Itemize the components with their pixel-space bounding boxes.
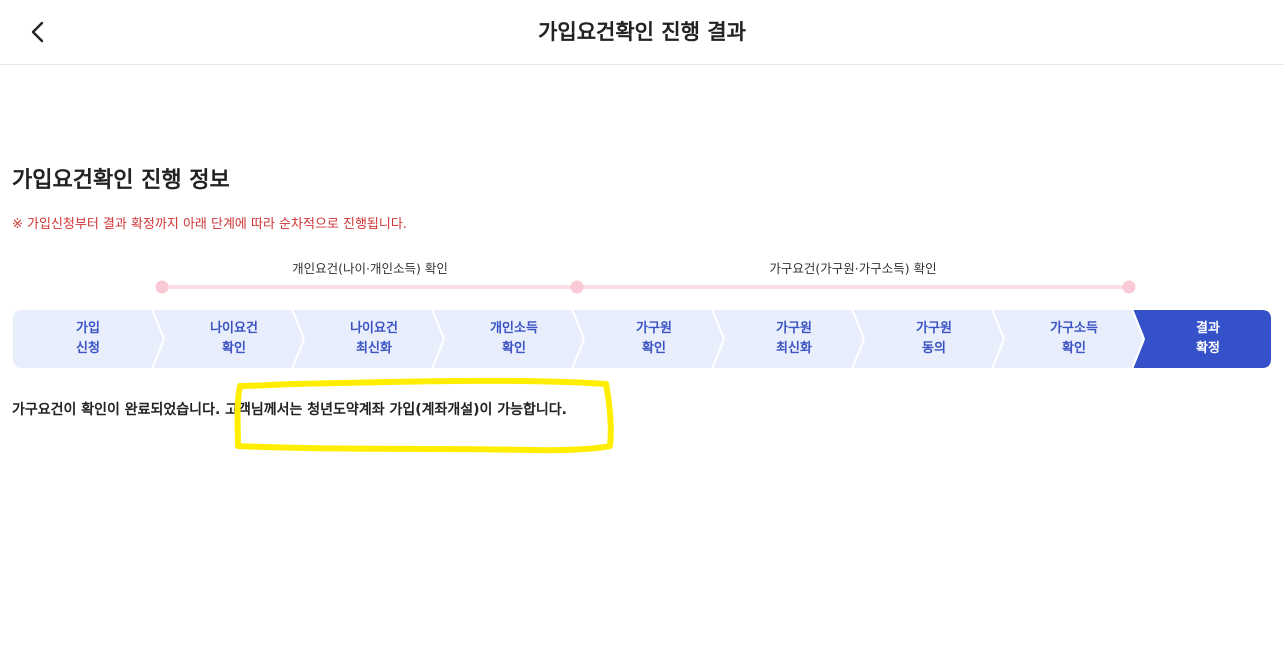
timeline-dot-start (155, 280, 169, 294)
step-result-confirm[interactable]: 결과 확정 (1132, 309, 1272, 369)
step-label: 결과 확정 (1196, 321, 1220, 356)
timeline-dot-middle (570, 280, 584, 294)
step-label: 가구원 최신화 (776, 321, 812, 356)
process-notice: ※ 가입신청부터 결과 확정까지 아래 단계에 따라 순차적으로 진행됩니다. (12, 217, 407, 232)
step-household-income-check[interactable]: 가구소득 확인 (992, 309, 1144, 369)
page-title: 가입요건확인 진행 결과 (538, 20, 746, 44)
result-message-part1: 가구요건이 확인이 완료되었습니다. (12, 402, 221, 418)
step-household-member-check[interactable]: 가구원 확인 (572, 309, 724, 369)
step-progress-bar: 가입 신청 나이요건 확인 나이요건 최신화 개인소득 확인 가구원 확인 가구… (12, 309, 1272, 369)
step-label: 개인소득 확인 (490, 321, 538, 356)
step-label: 나이요건 확인 (210, 321, 258, 356)
step-age-check[interactable]: 나이요건 확인 (152, 309, 304, 369)
result-message: 가구요건이 확인이 완료되었습니다. 고객님께서는 청년도약계좌 가입(계좌개설… (12, 399, 567, 419)
step-application[interactable]: 가입 신청 (12, 309, 164, 369)
result-message-part2: 고객님께서는 청년도약계좌 가입(계좌개설)이 가능합니다. (220, 402, 567, 418)
step-household-member-consent[interactable]: 가구원 동의 (852, 309, 1004, 369)
step-age-update[interactable]: 나이요건 최신화 (292, 309, 444, 369)
step-label: 가입 신청 (76, 321, 100, 356)
step-personal-income-check[interactable]: 개인소득 확인 (432, 309, 584, 369)
step-household-member-update[interactable]: 가구원 최신화 (712, 309, 864, 369)
step-label: 가구원 동의 (916, 321, 952, 356)
timeline-dot-end (1122, 280, 1136, 294)
requirement-timeline (155, 280, 1136, 294)
group-label-household: 가구요건(가구원·가구소득) 확인 (769, 261, 937, 276)
group-label-personal: 개인요건(나이·개인소득) 확인 (292, 261, 448, 276)
step-label: 나이요건 최신화 (350, 321, 398, 356)
step-label: 가구소득 확인 (1050, 321, 1098, 356)
section-title: 가입요건확인 진행 정보 (12, 168, 230, 193)
step-label: 가구원 확인 (636, 321, 672, 356)
top-app-bar: 가입요건확인 진행 결과 (0, 0, 1284, 65)
